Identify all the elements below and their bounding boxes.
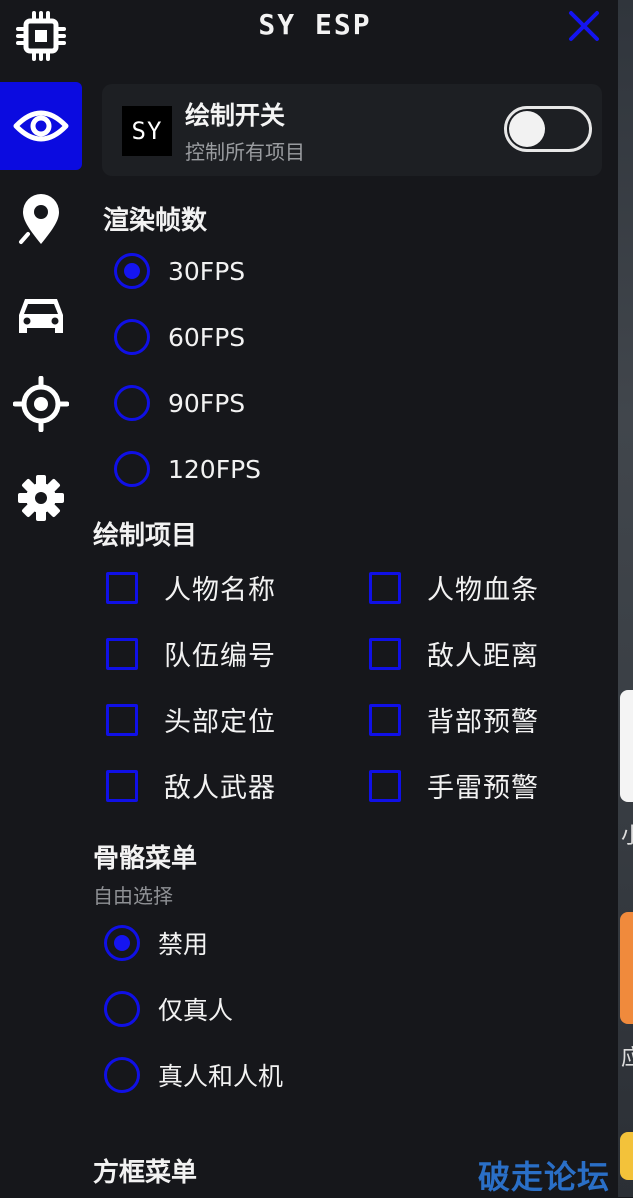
checkbox-box — [369, 571, 401, 604]
radio-selected — [104, 925, 140, 961]
checkbox-label: 敌人距离 — [427, 641, 539, 672]
checkbox-box — [106, 703, 138, 736]
checkbox-health-bar[interactable]: 人物血条 — [369, 568, 539, 607]
radio-label: 仅真人 — [158, 996, 234, 1025]
checkbox-enemy-weapon[interactable]: 敌人武器 — [106, 766, 276, 805]
close-button[interactable] — [566, 8, 602, 44]
background-card — [620, 912, 633, 1024]
chip-icon — [16, 11, 66, 61]
checkbox-label: 头部定位 — [164, 707, 276, 738]
sidebar — [0, 0, 84, 540]
radio-unselected — [104, 991, 140, 1027]
fps-section-title: 渲染帧数 — [103, 206, 208, 236]
background-card — [620, 1132, 633, 1180]
checkbox-label: 队伍编号 — [164, 641, 276, 672]
crosshair-icon — [13, 376, 69, 432]
eye-icon — [13, 110, 69, 142]
watermark: 破走论坛 — [478, 1158, 611, 1196]
draw-switch-subtitle: 控制所有项目 — [185, 140, 305, 164]
gear-icon — [18, 475, 64, 521]
fps-option-30[interactable]: 30FPS — [114, 253, 245, 289]
checkbox-head-position[interactable]: 头部定位 — [106, 700, 276, 739]
radio-unselected — [104, 1057, 140, 1093]
esp-menu-panel: SY ESP SY 绘制开关 控制所有项目 渲染帧数 30FPS 60FPS 9… — [0, 0, 618, 1197]
sy-logo: SY — [122, 106, 172, 156]
sidebar-item-esp[interactable] — [0, 82, 82, 170]
background-text: 应 — [621, 1046, 633, 1071]
skeleton-menu-title: 骨骼菜单 — [93, 844, 198, 874]
radio-label: 60FPS — [168, 322, 246, 352]
sidebar-item-vehicle[interactable] — [0, 272, 82, 360]
checkbox-label: 背部预警 — [427, 707, 539, 738]
checkbox-box — [369, 769, 401, 802]
sidebar-item-chip[interactable] — [0, 0, 82, 80]
checkbox-back-warning[interactable]: 背部预警 — [369, 700, 539, 739]
radio-label: 90FPS — [168, 388, 246, 418]
draw-switch-card: SY 绘制开关 控制所有项目 — [102, 84, 602, 176]
checkbox-team-number[interactable]: 队伍编号 — [106, 634, 276, 673]
checkbox-box — [369, 637, 401, 670]
skeleton-option-real-only[interactable]: 仅真人 — [104, 991, 233, 1027]
checkbox-enemy-distance[interactable]: 敌人距离 — [369, 634, 539, 673]
radio-unselected — [114, 385, 150, 421]
draw-items-title: 绘制项目 — [93, 521, 198, 551]
car-icon — [19, 299, 63, 333]
radio-label: 30FPS — [168, 256, 246, 286]
box-menu-title: 方框菜单 — [93, 1158, 198, 1188]
skeleton-menu-subtitle: 自由选择 — [93, 884, 173, 908]
checkbox-box — [106, 571, 138, 604]
close-icon — [569, 11, 599, 41]
fps-option-120[interactable]: 120FPS — [114, 451, 261, 487]
checkbox-label: 人物血条 — [427, 575, 539, 606]
fps-option-90[interactable]: 90FPS — [114, 385, 245, 421]
checkbox-label: 敌人武器 — [164, 773, 276, 804]
sidebar-item-settings[interactable] — [0, 454, 82, 542]
checkbox-grenade-warning[interactable]: 手雷预警 — [369, 766, 539, 805]
location-pin-icon — [19, 194, 59, 244]
checkbox-label: 手雷预警 — [427, 773, 539, 804]
app-title: SY ESP — [258, 8, 372, 41]
checkbox-box — [106, 637, 138, 670]
background-card — [620, 690, 633, 802]
sidebar-item-aim[interactable] — [0, 360, 82, 448]
radio-unselected — [114, 319, 150, 355]
radio-label: 120FPS — [168, 454, 262, 484]
radio-unselected — [114, 451, 150, 487]
sidebar-item-location[interactable] — [0, 176, 82, 264]
checkbox-player-name[interactable]: 人物名称 — [106, 568, 276, 607]
skeleton-option-disabled[interactable]: 禁用 — [104, 925, 208, 961]
toggle-knob — [509, 111, 545, 147]
draw-switch-title: 绘制开关 — [185, 101, 286, 130]
skeleton-option-real-and-bot[interactable]: 真人和人机 — [104, 1057, 283, 1093]
fps-option-60[interactable]: 60FPS — [114, 319, 245, 355]
background-text: 小 — [621, 824, 633, 849]
radio-label: 真人和人机 — [158, 1062, 284, 1091]
checkbox-label: 人物名称 — [164, 575, 276, 606]
checkbox-box — [369, 703, 401, 736]
draw-toggle[interactable] — [504, 106, 592, 152]
checkbox-box — [106, 769, 138, 802]
radio-label: 禁用 — [158, 930, 209, 959]
radio-selected — [114, 253, 150, 289]
